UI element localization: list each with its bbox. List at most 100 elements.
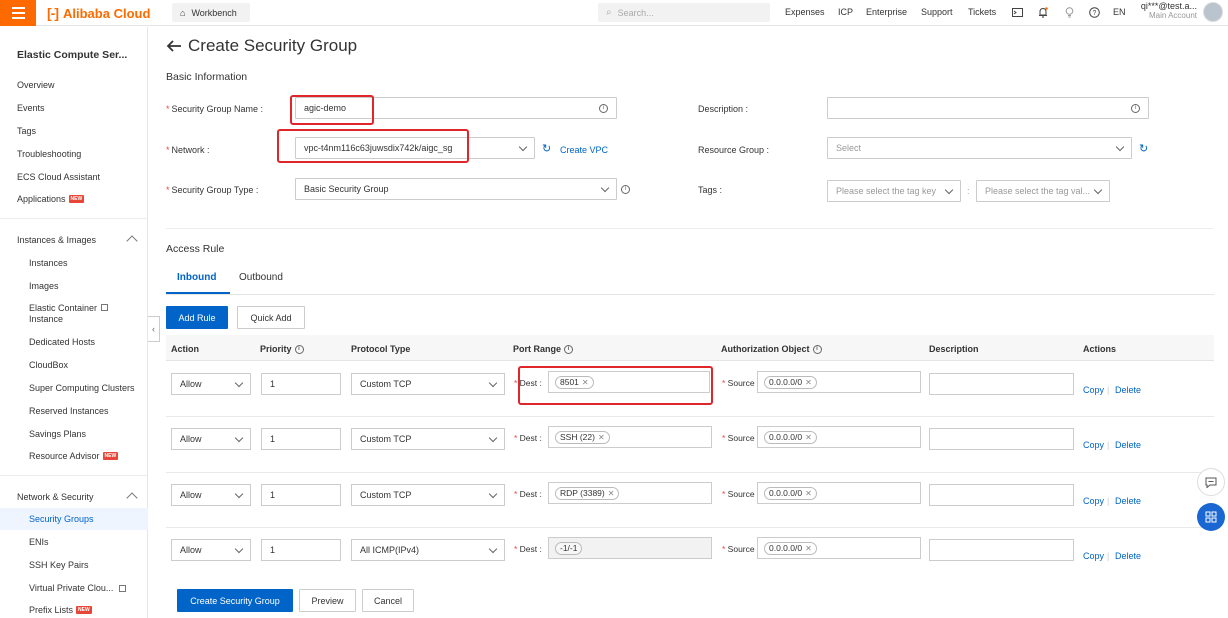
rule-protocol-select[interactable]: Custom TCP — [351, 373, 505, 395]
port-chip[interactable]: SSH (22) ✕ — [555, 430, 610, 444]
feedback-chat-icon[interactable] — [1197, 468, 1225, 496]
delete-rule-link[interactable]: Delete — [1115, 496, 1141, 506]
add-rule-button[interactable]: Add Rule — [166, 306, 228, 329]
menu-icon[interactable] — [0, 0, 36, 26]
refresh-icon[interactable]: ↻ — [542, 142, 551, 155]
rule-action-select[interactable]: Allow — [171, 484, 251, 506]
rule-priority-input[interactable]: 1 — [261, 428, 341, 450]
sg-type-select[interactable]: Basic Security Group — [295, 178, 617, 200]
nav-expenses[interactable]: Expenses — [785, 7, 825, 17]
sidebar-item-troubleshooting[interactable]: Troubleshooting — [17, 149, 81, 159]
sidebar-item-savings-plans[interactable]: Savings Plans — [29, 429, 86, 439]
create-vpc-link[interactable]: Create VPC — [560, 145, 608, 155]
console-icon[interactable] — [1011, 6, 1023, 18]
sidebar-item-overview[interactable]: Overview — [17, 80, 55, 90]
sidebar-item-resource-advisor[interactable]: Resource Advisor NEW — [29, 451, 119, 461]
close-icon[interactable]: ✕ — [608, 489, 615, 498]
delete-rule-link[interactable]: Delete — [1115, 551, 1141, 561]
rule-description-input[interactable] — [929, 484, 1074, 506]
nav-support[interactable]: Support — [921, 7, 953, 17]
nav-enterprise[interactable]: Enterprise — [866, 7, 907, 17]
rule-action-select[interactable]: Allow — [171, 539, 251, 561]
nav-icp[interactable]: ICP — [838, 7, 853, 17]
sidebar-item-instances[interactable]: Instances — [29, 258, 68, 268]
close-icon[interactable]: ✕ — [805, 378, 812, 387]
tab-inbound[interactable]: Inbound — [177, 272, 216, 283]
delete-rule-link[interactable]: Delete — [1115, 440, 1141, 450]
apps-grid-icon[interactable] — [1197, 503, 1225, 531]
help-icon[interactable]: ? — [1088, 6, 1100, 18]
create-security-group-button[interactable]: Create Security Group — [177, 589, 293, 612]
sidebar-item-events[interactable]: Events — [17, 103, 45, 113]
sidebar-item-applications[interactable]: Applications NEW — [17, 194, 85, 204]
copy-rule-link[interactable]: Copy — [1083, 385, 1104, 395]
tag-value-select[interactable]: Please select the tag val... — [976, 180, 1110, 202]
close-icon[interactable]: ✕ — [805, 433, 812, 442]
sidebar-item-prefix-lists[interactable]: Prefix Lists NEW — [29, 605, 92, 615]
close-icon[interactable]: ✕ — [805, 544, 812, 553]
sidebar-item-tags[interactable]: Tags — [17, 126, 36, 136]
notification-bell-icon[interactable] — [1037, 6, 1049, 18]
chevron-up-icon[interactable] — [126, 492, 138, 504]
back-arrow-icon[interactable] — [166, 40, 182, 52]
sidebar-group-instances-images[interactable]: Instances & Images — [17, 235, 96, 245]
quick-add-button[interactable]: Quick Add — [237, 306, 305, 329]
copy-rule-link[interactable]: Copy — [1083, 496, 1104, 506]
preview-button[interactable]: Preview — [299, 589, 356, 612]
rule-protocol-select[interactable]: Custom TCP — [351, 428, 505, 450]
sidebar-item-ssh-key-pairs[interactable]: SSH Key Pairs — [29, 560, 89, 570]
copy-rule-link[interactable]: Copy — [1083, 551, 1104, 561]
close-icon[interactable]: ✕ — [805, 489, 812, 498]
sidebar-item-reserved-instances[interactable]: Reserved Instances — [29, 406, 109, 416]
resource-group-select[interactable]: Select — [827, 137, 1132, 159]
rule-protocol-select[interactable]: Custom TCP — [351, 484, 505, 506]
sidebar-group-network-security[interactable]: Network & Security — [17, 492, 94, 502]
chevron-up-icon[interactable] — [126, 235, 138, 247]
sidebar-collapse-button[interactable]: ‹ — [148, 316, 160, 342]
sidebar-item-security-groups[interactable]: Security Groups — [0, 508, 148, 530]
rule-action-select[interactable]: Allow — [171, 373, 251, 395]
workbench-button[interactable]: ⌂ Workbench — [172, 3, 250, 22]
source-input[interactable]: 0.0.0.0/0 ✕ — [757, 426, 921, 448]
rule-priority-input[interactable]: 1 — [261, 484, 341, 506]
rule-action-select[interactable]: Allow — [171, 428, 251, 450]
port-range-input[interactable]: SSH (22) ✕ — [548, 426, 712, 448]
sidebar-item-super-computing[interactable]: Super Computing Clusters — [29, 383, 135, 393]
tag-key-select[interactable]: Please select the tag key — [827, 180, 961, 202]
rule-description-input[interactable] — [929, 428, 1074, 450]
cancel-button[interactable]: Cancel — [362, 589, 414, 612]
rule-priority-input[interactable]: 1 — [261, 539, 341, 561]
sidebar-item-cloudbox[interactable]: CloudBox — [29, 360, 68, 370]
source-input[interactable]: 0.0.0.0/0 ✕ — [757, 371, 921, 393]
lightbulb-icon[interactable] — [1063, 6, 1075, 18]
sidebar-item-cloud-assistant[interactable]: ECS Cloud Assistant — [17, 172, 100, 182]
source-chip[interactable]: 0.0.0.0/0 ✕ — [764, 541, 817, 555]
port-chip[interactable]: RDP (3389) ✕ — [555, 486, 620, 500]
delete-rule-link[interactable]: Delete — [1115, 385, 1141, 395]
sidebar-item-dedicated-hosts[interactable]: Dedicated Hosts — [29, 337, 95, 347]
sidebar-item-enis[interactable]: ENIs — [29, 537, 49, 547]
alibaba-cloud-logo[interactable]: [-] Alibaba Cloud — [47, 5, 150, 21]
source-chip[interactable]: 0.0.0.0/0 ✕ — [764, 375, 817, 389]
rule-description-input[interactable] — [929, 373, 1074, 395]
language-switch[interactable]: EN — [1113, 7, 1126, 17]
copy-rule-link[interactable]: Copy — [1083, 440, 1104, 450]
port-range-input[interactable]: RDP (3389) ✕ — [548, 482, 712, 504]
tab-outbound[interactable]: Outbound — [239, 272, 283, 283]
rule-protocol-select[interactable]: All ICMP(IPv4) — [351, 539, 505, 561]
rule-description-input[interactable] — [929, 539, 1074, 561]
avatar[interactable] — [1203, 2, 1223, 22]
description-input[interactable]: i — [827, 97, 1149, 119]
source-chip[interactable]: 0.0.0.0/0 ✕ — [764, 486, 817, 500]
sidebar-item-images[interactable]: Images — [29, 281, 59, 291]
account-menu[interactable]: qi***@test.a... Main Account — [1139, 1, 1197, 20]
close-icon[interactable]: ✕ — [598, 433, 605, 442]
source-input[interactable]: 0.0.0.0/0 ✕ — [757, 482, 921, 504]
rule-priority-input[interactable]: 1 — [261, 373, 341, 395]
source-chip[interactable]: 0.0.0.0/0 ✕ — [764, 430, 817, 444]
nav-tickets[interactable]: Tickets — [968, 7, 996, 17]
sidebar-item-vpc[interactable]: Virtual Private Clou... — [29, 583, 127, 593]
refresh-icon[interactable]: ↻ — [1139, 142, 1148, 155]
source-input[interactable]: 0.0.0.0/0 ✕ — [757, 537, 921, 559]
global-search-input[interactable]: ⌕ Search... — [598, 3, 770, 22]
